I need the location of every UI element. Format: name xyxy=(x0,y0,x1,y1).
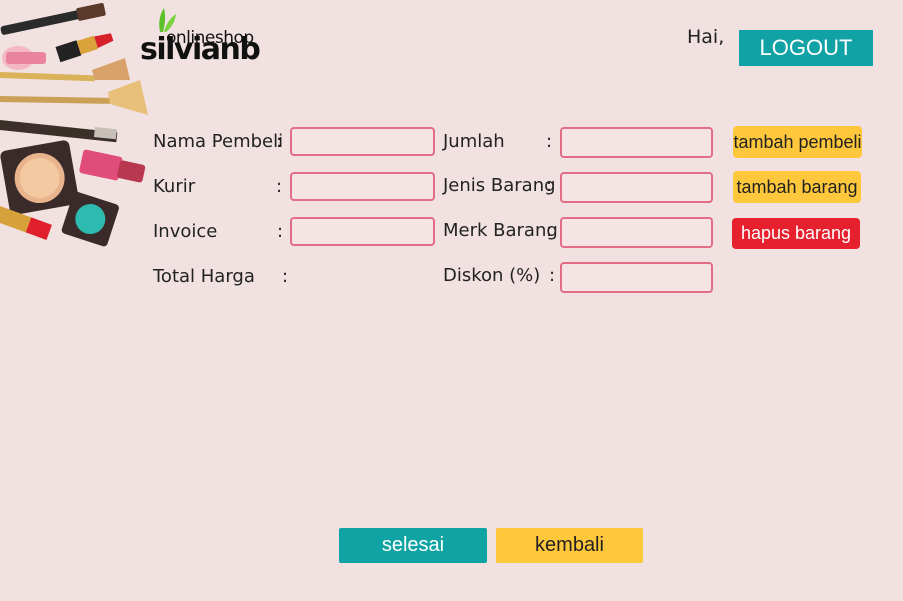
jumlah-input[interactable] xyxy=(560,127,713,158)
cosmetics-illustration xyxy=(0,2,148,247)
jumlah-colon: : xyxy=(546,131,553,152)
diskon-colon: : xyxy=(549,265,556,286)
jenis-barang-colon: : xyxy=(546,175,553,196)
total-harga-colon: : xyxy=(282,266,289,287)
kembali-button[interactable]: kembali xyxy=(496,528,643,563)
kurir-input[interactable] xyxy=(290,172,435,201)
jumlah-label: Jumlah xyxy=(443,131,505,152)
total-harga-label: Total Harga xyxy=(153,266,255,287)
brand-main-text: silvianb xyxy=(140,32,261,67)
nama-pembeli-input[interactable] xyxy=(290,127,435,156)
invoice-label: Invoice xyxy=(153,221,218,242)
jenis-barang-input[interactable] xyxy=(560,172,713,203)
selesai-button[interactable]: selesai xyxy=(339,528,487,563)
brand-logo: onlineshop silvianb xyxy=(138,6,283,68)
merk-barang-colon: : xyxy=(546,220,553,241)
tambah-pembeli-button[interactable]: tambah pembeli xyxy=(733,126,862,158)
diskon-input[interactable] xyxy=(560,262,713,293)
kurir-label: Kurir xyxy=(153,176,196,197)
nama-pembeli-label: Nama Pembeli xyxy=(153,131,284,152)
merk-barang-label: Merk Barang xyxy=(443,220,558,241)
merk-barang-input[interactable] xyxy=(560,217,713,248)
diskon-label: Diskon (%) xyxy=(443,265,541,286)
greeting-text: Hai, xyxy=(687,26,725,48)
kurir-colon: : xyxy=(276,176,283,197)
hapus-barang-button[interactable]: hapus barang xyxy=(732,218,860,249)
nama-pembeli-colon: : xyxy=(276,131,283,152)
logout-button[interactable]: LOGOUT xyxy=(739,30,873,66)
jenis-barang-label: Jenis Barang xyxy=(443,175,556,196)
tambah-barang-button[interactable]: tambah barang xyxy=(733,171,861,203)
invoice-input[interactable] xyxy=(290,217,435,246)
invoice-colon: : xyxy=(277,221,284,242)
